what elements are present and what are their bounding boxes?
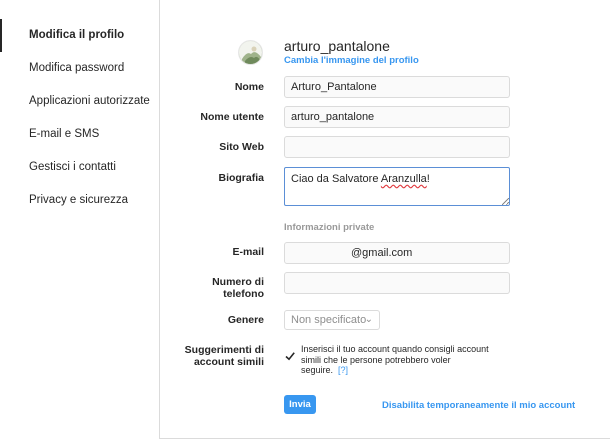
gender-select[interactable]: Non specificato ⌄ [284,310,380,330]
disable-account-link[interactable]: Disabilita temporaneamente il mio accoun… [382,400,575,411]
email-field[interactable] [284,242,510,264]
profile-username: arturo_pantalone [284,38,390,54]
sidebar-item-email-sms[interactable]: E-mail e SMS [0,118,159,151]
submit-button[interactable]: Invia [284,395,316,414]
website-field[interactable] [284,136,510,158]
misspelled-word: Aranzulla [380,173,427,185]
private-info-heading: Informazioni private [284,222,375,233]
similar-accounts-checkbox[interactable] [284,350,296,362]
checkmark-icon [285,352,295,361]
settings-sidebar: Modifica il profilo Modifica password Ap… [0,0,160,439]
avatar-image [239,41,262,64]
phone-label: Numero di telefono [212,276,264,300]
settings-window: Modifica il profilo Modifica password Ap… [0,0,610,439]
name-field[interactable] [284,76,510,98]
edit-profile-panel: arturo_pantalone Cambia l'immagine del p… [160,0,610,438]
change-profile-photo-link[interactable]: Cambia l'immagine del profilo [284,55,419,66]
textarea-resize-handle[interactable] [502,198,509,205]
gender-selected-value: Non specificato [291,314,367,326]
chevron-down-icon: ⌄ [364,314,373,325]
sidebar-item-change-password[interactable]: Modifica password [0,52,159,85]
email-label: E-mail [232,246,264,258]
sidebar-item-edit-profile[interactable]: Modifica il profilo [0,19,159,52]
website-label: Sito Web [219,141,264,153]
gender-label: Genere [227,314,264,326]
bio-label: Biografia [218,172,264,184]
username-label: Nome utente [200,111,264,123]
help-link[interactable]: [?] [338,365,348,375]
bio-field[interactable]: Ciao da Salvatore Aranzulla! [284,167,510,206]
sidebar-item-manage-contacts[interactable]: Gestisci i contatti [0,151,159,184]
sidebar-item-authorized-apps[interactable]: Applicazioni autorizzate [0,85,159,118]
sidebar-item-privacy-security[interactable]: Privacy e sicurezza [0,184,159,217]
similar-accounts-label: Suggerimenti di account simili [184,344,264,368]
similar-accounts-description: Inserisci il tuo account quando consigli… [301,344,489,375]
name-label: Nome [234,81,264,93]
username-field[interactable] [284,106,510,128]
phone-field[interactable] [284,272,510,294]
avatar[interactable] [238,40,263,65]
bio-text: Ciao da Salvatore Aranzulla! [291,173,430,185]
